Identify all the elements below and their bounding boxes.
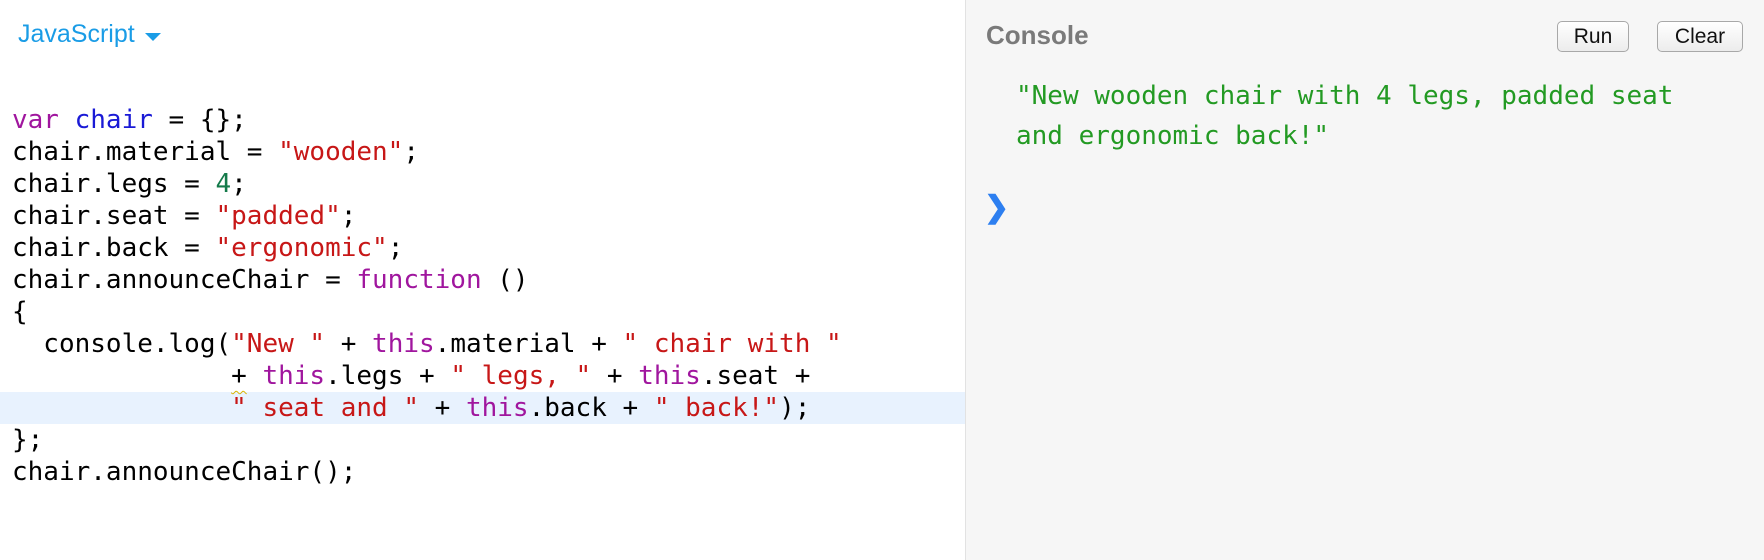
code-token: chair.material =	[12, 137, 279, 167]
code-token: " seat and "	[231, 393, 419, 423]
code-token: function	[356, 265, 482, 295]
code-token: +	[591, 361, 639, 391]
code-token: chair.announceChair();	[12, 457, 357, 487]
code-line[interactable]: {	[0, 296, 965, 328]
console-pane: Console Run Clear "New wooden chair with…	[966, 0, 1764, 560]
code-token: ;	[340, 201, 357, 231]
code-token: this	[638, 361, 701, 391]
code-line[interactable]: chair.legs = 4;	[0, 168, 965, 200]
code-line[interactable]: console.log("New " + this.material + " c…	[0, 328, 965, 360]
code-token: "wooden"	[278, 137, 404, 167]
run-button[interactable]: Run	[1557, 21, 1629, 52]
code-token: 4	[215, 169, 232, 199]
code-token: };	[12, 425, 44, 455]
code-token: = {};	[152, 105, 247, 135]
code-line[interactable]: var chair = {};	[0, 104, 965, 136]
console-title: Console	[986, 20, 1089, 50]
code-line[interactable]: chair.seat = "padded";	[0, 200, 965, 232]
code-line[interactable]: };	[0, 424, 965, 456]
code-line[interactable]: chair.announceChair();	[0, 456, 965, 488]
code-editor-pane[interactable]: JavaScript var chair = {}; chair.material…	[0, 0, 966, 560]
code-token: ;	[231, 169, 247, 199]
code-line[interactable]: chair.back = "ergonomic";	[0, 232, 965, 264]
console-prompt-icon[interactable]: ❯	[984, 190, 1009, 225]
language-dropdown[interactable]: JavaScript	[18, 20, 161, 49]
code-token: "padded"	[215, 201, 341, 231]
code-token: "New "	[231, 329, 326, 359]
code-token: {	[12, 297, 28, 327]
code-line[interactable]: chair.announceChair = function ()	[0, 264, 965, 296]
code-token: this	[372, 329, 435, 359]
console-output: "New wooden chair with 4 legs, padded se…	[1016, 81, 1674, 151]
code-token: var	[12, 105, 59, 135]
code-token: " back!"	[653, 393, 780, 423]
code-token: ;	[403, 137, 419, 167]
code-token: .legs +	[325, 361, 451, 391]
code-token: this	[262, 361, 326, 391]
code-token: ()	[481, 265, 529, 295]
code-token: );	[779, 393, 811, 423]
code-token: chair.seat =	[12, 201, 216, 231]
code-token: chair.legs =	[12, 169, 216, 199]
clear-button[interactable]: Clear	[1657, 21, 1743, 52]
code-token: +	[419, 393, 466, 423]
code-token: "ergonomic"	[215, 233, 388, 263]
code-token: .material +	[434, 329, 623, 359]
chevron-down-icon	[144, 32, 161, 41]
code-token: .back +	[528, 393, 654, 423]
code-token: chair	[74, 105, 153, 135]
code-token: chair.announceChair =	[12, 265, 357, 295]
code-token: console.log(	[12, 329, 232, 359]
code-token: " legs, "	[450, 361, 592, 391]
code-line[interactable]: + this.legs + " legs, " + this.seat +	[0, 360, 965, 392]
code-token: this	[465, 393, 529, 423]
code-line[interactable]: " seat and " + this.back + " back!");	[0, 392, 965, 424]
code-token: ;	[387, 233, 404, 263]
code-token: chair.back =	[12, 233, 216, 263]
code-token: +	[325, 329, 373, 359]
code-token: .seat +	[700, 361, 811, 391]
language-label: JavaScript	[18, 20, 135, 48]
code-area[interactable]: var chair = {}; chair.material = "wooden"…	[0, 104, 965, 488]
code-line[interactable]: chair.material = "wooden";	[0, 136, 965, 168]
code-token: " chair with "	[622, 329, 842, 359]
code-token: +	[231, 361, 247, 391]
